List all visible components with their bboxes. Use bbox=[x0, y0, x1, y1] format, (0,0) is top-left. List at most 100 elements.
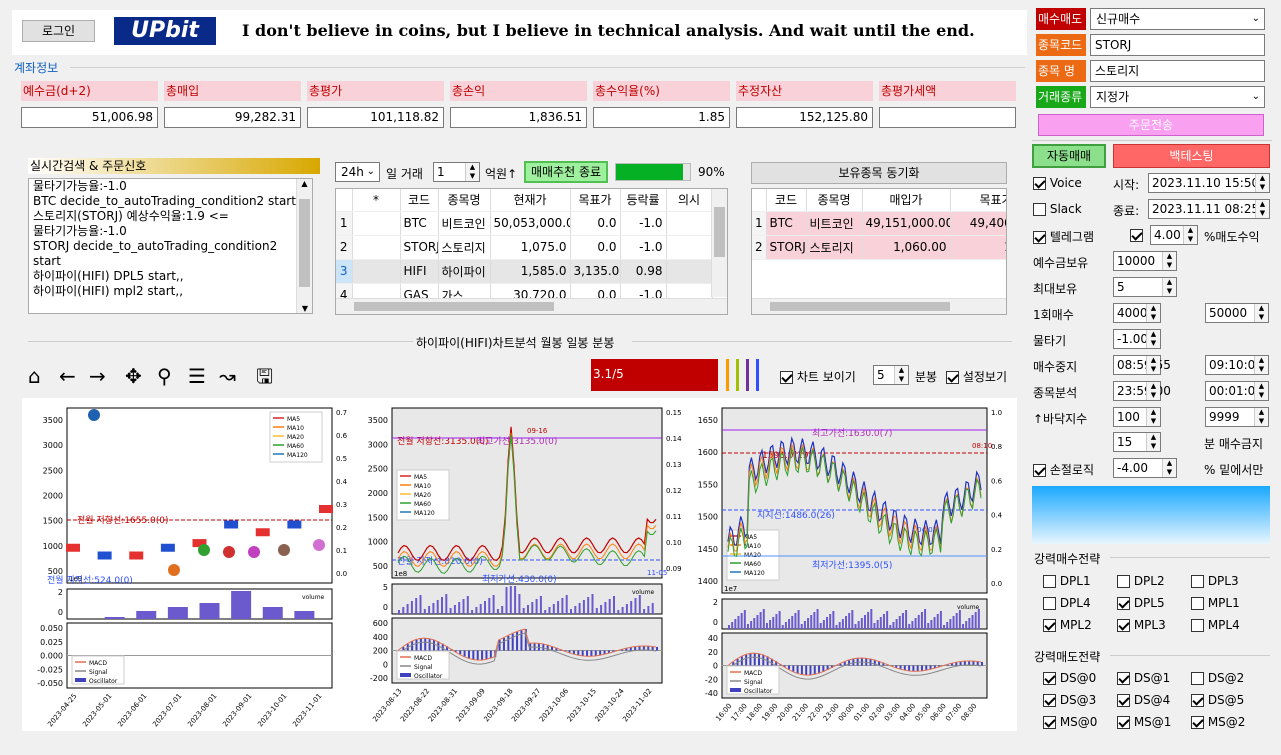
checkbox-box[interactable] bbox=[1043, 716, 1056, 729]
spinner-arrows-icon[interactable]: ▲ ▼ bbox=[894, 366, 908, 384]
settings-checkbox[interactable]: 설정보기 bbox=[946, 368, 1007, 385]
checkbox-box[interactable] bbox=[1117, 694, 1130, 707]
strategy-checkbox-mpl2[interactable]: MPL2 bbox=[1043, 618, 1092, 632]
holdings-table[interactable]: 코드종목명매입가목표가1BTC비트코인49,151,000.0049,400,0… bbox=[751, 188, 1007, 315]
strategy-checkbox-ds-at-0[interactable]: DS@0 bbox=[1043, 671, 1096, 685]
telegram-checkbox[interactable]: 텔레그램 bbox=[1033, 228, 1094, 245]
edit-axis-icon[interactable]: ↝ bbox=[219, 364, 236, 388]
account-value-3[interactable]: 1,836.51 bbox=[450, 107, 587, 128]
day-trade-spinner[interactable]: 1 ▲ ▼ bbox=[433, 162, 480, 182]
strategy-checkbox-ms-at-0[interactable]: MS@0 bbox=[1043, 715, 1097, 729]
checkbox-box[interactable] bbox=[1117, 716, 1130, 729]
order-code-input[interactable]: STORJ bbox=[1090, 34, 1265, 56]
spinner-arrows-icon[interactable]: ▲ ▼ bbox=[1255, 174, 1269, 192]
recommend-header-cell[interactable]: 목표가 bbox=[570, 189, 621, 212]
spinner-arrows-icon[interactable]: ▲ ▼ bbox=[1162, 252, 1176, 270]
recommend-header-cell[interactable]: 현재가 bbox=[490, 189, 571, 212]
account-value-1[interactable]: 99,282.31 bbox=[164, 107, 301, 128]
voice-checkbox[interactable]: Voice bbox=[1033, 176, 1082, 190]
auto-setting-value[interactable]: 08:59:55 ▲ ▼ bbox=[1113, 355, 1171, 375]
holdings-header-cell[interactable]: 목표가 bbox=[950, 189, 1006, 212]
configure-subplots-icon[interactable]: ☰ bbox=[188, 364, 206, 388]
stop-buy-minutes[interactable]: 15 ▲ ▼ bbox=[1113, 432, 1161, 452]
auto-trade-button[interactable]: 자동매매 bbox=[1032, 144, 1106, 168]
strategy-checkbox-ms-at-2[interactable]: MS@2 bbox=[1191, 715, 1245, 729]
home-icon[interactable]: ⌂ bbox=[28, 364, 41, 388]
holdings-sync-button[interactable]: 보유종목 동기화 bbox=[751, 162, 1007, 184]
spinner-arrows-icon[interactable]: ▲ ▼ bbox=[1254, 408, 1268, 426]
auto-setting-value2[interactable]: 09:10:00 ▲ ▼ bbox=[1205, 355, 1269, 375]
checkbox-box[interactable] bbox=[1043, 619, 1056, 632]
checkbox-box[interactable] bbox=[1043, 694, 1056, 707]
order-trade-select[interactable]: 지정가 ⌄ bbox=[1090, 86, 1265, 108]
chart-canvas[interactable]: 3500 3000 2500 2000 1500 1000 500 0.7 0.6 0.5 0.4 0… bbox=[22, 398, 1017, 731]
strategy-checkbox-ds-at-5[interactable]: DS@5 bbox=[1191, 693, 1244, 707]
strategy-checkbox-ds-at-3[interactable]: DS@3 bbox=[1043, 693, 1096, 707]
holdings-row[interactable]: 1BTC비트코인49,151,000.0049,400,000 bbox=[752, 211, 1006, 236]
strategy-checkbox-ds-at-2[interactable]: DS@2 bbox=[1191, 671, 1244, 685]
order-type-select[interactable]: 신규매수 ⌄ bbox=[1090, 8, 1265, 30]
minute-spinner[interactable]: 5 ▲ ▼ bbox=[873, 365, 909, 385]
recommend-header-cell[interactable]: 등락률 bbox=[620, 189, 667, 212]
strategy-checkbox-ms-at-1[interactable]: MS@1 bbox=[1117, 715, 1171, 729]
recommend-header-cell[interactable] bbox=[336, 189, 353, 212]
back-arrow-icon[interactable]: ← bbox=[59, 364, 76, 388]
spinner-arrows-icon[interactable]: ▲ ▼ bbox=[1146, 382, 1160, 400]
auto-setting-value[interactable]: 100 ▲ ▼ bbox=[1113, 407, 1161, 427]
auto-setting-value[interactable]: 4000 ▲ ▼ bbox=[1113, 303, 1161, 323]
strategy-checkbox-dpl1[interactable]: DPL1 bbox=[1043, 574, 1091, 588]
holdings-hscroll[interactable] bbox=[752, 298, 1006, 314]
checkbox-box[interactable] bbox=[1191, 619, 1204, 632]
pan-icon[interactable]: ✥ bbox=[125, 364, 142, 388]
recommend-vscroll[interactable] bbox=[711, 189, 727, 297]
recommend-grid[interactable]: * 코드 종목명 현재가 목표가 등락률 의시 1 BTC 비트코인 50,053,000.0 0.0… bbox=[336, 189, 713, 308]
slack-checkbox[interactable]: Slack bbox=[1033, 202, 1082, 216]
start-datetime[interactable]: 2023.11.10 15:50 ▲ ▼ bbox=[1148, 173, 1270, 193]
recommend-stop-button[interactable]: 매매추천 종료 bbox=[524, 161, 608, 183]
recommend-hscroll[interactable] bbox=[336, 298, 727, 314]
spinner-arrows-icon[interactable]: ▲ ▼ bbox=[1254, 304, 1268, 322]
recommend-header-cell[interactable]: 코드 bbox=[400, 189, 439, 212]
checkbox-box[interactable] bbox=[1117, 575, 1130, 588]
checkbox-box[interactable] bbox=[1191, 694, 1204, 707]
strategy-checkbox-dpl4[interactable]: DPL4 bbox=[1043, 596, 1091, 610]
auto-setting-value2[interactable]: 00:01:00 ▲ ▼ bbox=[1205, 381, 1269, 401]
strategy-checkbox-mpl3[interactable]: MPL3 bbox=[1117, 618, 1166, 632]
order-submit-button[interactable]: 주문전송 bbox=[1038, 114, 1264, 136]
account-value-6[interactable] bbox=[879, 107, 1016, 128]
zoom-icon[interactable]: ⚲ bbox=[157, 364, 172, 388]
checkbox-box[interactable] bbox=[1043, 575, 1056, 588]
period-select[interactable]: 24h ⌄ bbox=[335, 162, 380, 182]
holdings-grid[interactable]: 코드종목명매입가목표가1BTC비트코인49,151,000.0049,400,0… bbox=[752, 189, 1006, 260]
recommend-header-cell[interactable]: * bbox=[352, 189, 401, 212]
spinner-arrows-icon[interactable]: ▲ ▼ bbox=[1146, 304, 1160, 322]
log-list[interactable]: 물타기가능율:-1.0 BTC decide_to_autoTrading_con… bbox=[28, 178, 313, 314]
strategy-checkbox-dpl5[interactable]: DPL5 bbox=[1117, 596, 1165, 610]
holdings-header-cell[interactable] bbox=[752, 189, 767, 212]
spinner-arrows-icon[interactable]: ▲ ▼ bbox=[1146, 408, 1160, 426]
spinner-arrows-icon[interactable]: ▲ ▼ bbox=[1255, 200, 1269, 218]
checkbox-box[interactable] bbox=[1191, 672, 1204, 685]
log-scrollbar[interactable]: ▲ ▼ bbox=[296, 179, 312, 313]
stoploss-spinner[interactable]: -4.00 ▲ ▼ bbox=[1113, 458, 1177, 478]
save-icon[interactable]: 🖫 bbox=[256, 364, 273, 388]
checkbox-box[interactable] bbox=[1117, 672, 1130, 685]
recommend-row[interactable]: 1 BTC 비트코인 50,053,000.0 0.0 -1.0 bbox=[336, 211, 713, 236]
checkbox-box[interactable] bbox=[1043, 597, 1056, 610]
spinner-arrows-icon[interactable]: ▲ ▼ bbox=[1146, 433, 1160, 451]
spinner-arrows-icon[interactable]: ▲ ▼ bbox=[465, 163, 479, 181]
holdings-header-cell[interactable]: 코드 bbox=[766, 189, 807, 212]
account-value-2[interactable]: 101,118.82 bbox=[307, 107, 444, 128]
auto-setting-value2[interactable]: 50000 ▲ ▼ bbox=[1205, 303, 1269, 323]
recommend-row[interactable]: 2 STORJ 스토리지 1,075.0 0.0 -1.0 bbox=[336, 235, 713, 260]
holdings-header-cell[interactable]: 종목명 bbox=[806, 189, 863, 212]
spinner-arrows-icon[interactable]: ▲ ▼ bbox=[1254, 382, 1268, 400]
spinner-arrows-icon[interactable]: ▲ ▼ bbox=[1146, 356, 1160, 374]
end-datetime[interactable]: 2023.11.11 08:25 ▲ ▼ bbox=[1148, 199, 1270, 219]
auto-setting-value[interactable]: 10000 ▲ ▼ bbox=[1113, 251, 1177, 271]
spinner-arrows-icon[interactable]: ▲ ▼ bbox=[1146, 330, 1160, 348]
recommend-table[interactable]: * 코드 종목명 현재가 목표가 등락률 의시 1 BTC 비트코인 50,053,000.0 0.0… bbox=[335, 188, 728, 315]
strategy-checkbox-ds-at-1[interactable]: DS@1 bbox=[1117, 671, 1170, 685]
recommend-header-cell[interactable]: 의시 bbox=[666, 189, 713, 212]
show-chart-checkbox[interactable]: 차트 보이기 bbox=[780, 368, 856, 385]
